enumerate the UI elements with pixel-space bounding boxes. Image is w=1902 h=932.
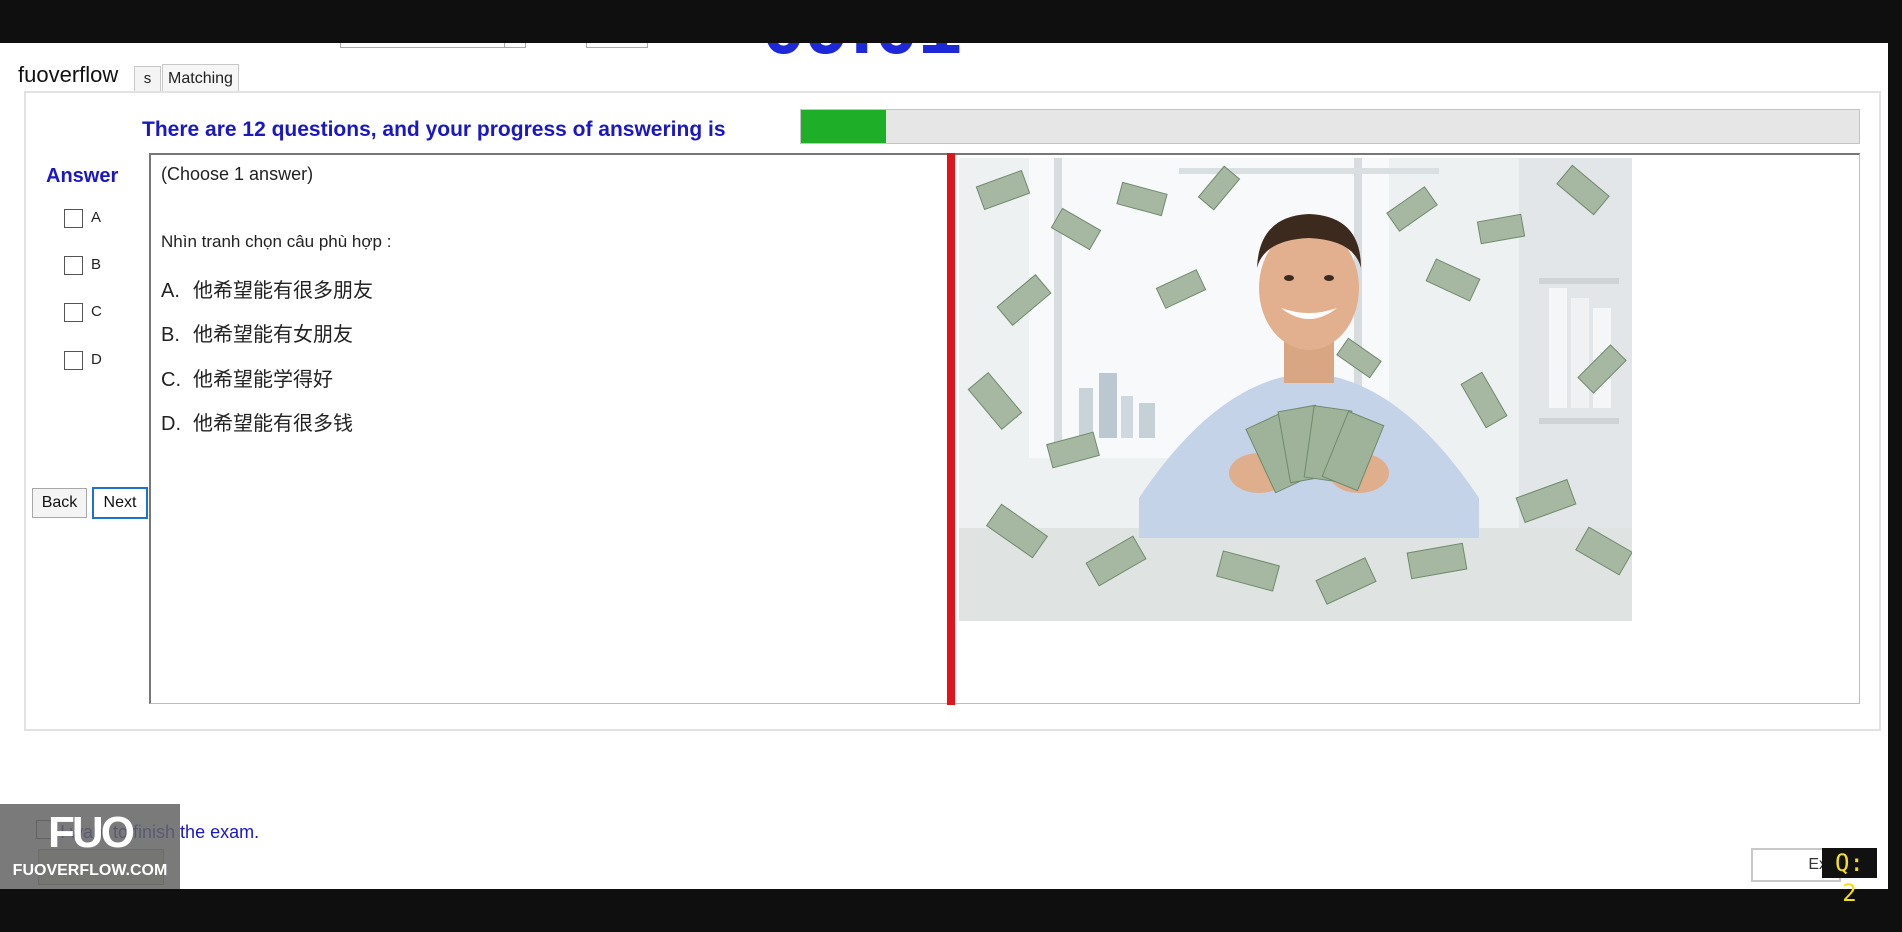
option-text: 他希望能有很多钱	[193, 413, 353, 435]
brand-label: fuoverflow	[18, 62, 119, 87]
watermark-logo: FUO FUOVERFLOW.COM	[0, 804, 180, 889]
answer-option-label: D	[91, 351, 102, 369]
question-option-b: B. 他希望能有女朋友	[161, 318, 353, 347]
answer-option-label: C	[91, 303, 102, 321]
right-black-edge	[1888, 43, 1902, 889]
bottom-black-bar	[0, 889, 1902, 932]
answer-option-label: B	[91, 256, 102, 274]
combo-arrow-stub[interactable]	[504, 43, 525, 47]
watermark-site-text: FUOVERFLOW.COM	[12, 862, 168, 879]
question-image	[959, 158, 1632, 621]
option-text: 他希望能有很多朋友	[193, 280, 373, 302]
answer-option-c[interactable]: C	[64, 301, 102, 323]
red-divider	[947, 153, 955, 705]
top-black-bar	[0, 0, 1902, 43]
watermark-logo-text: FUO	[48, 808, 135, 857]
option-letter: C.	[161, 369, 181, 391]
question-option-c: C. 他希望能学得好	[161, 363, 333, 392]
answer-option-b[interactable]: B	[64, 254, 101, 276]
combo-box-stub[interactable]	[340, 43, 526, 48]
option-letter: B.	[161, 324, 180, 346]
answer-title: Answer	[46, 165, 119, 187]
tab-matching[interactable]: Matching	[162, 64, 239, 92]
answer-option-d[interactable]: D	[64, 349, 102, 371]
option-text: 他希望能学得好	[193, 369, 333, 391]
question-counter: Q: 2	[1822, 848, 1877, 907]
answer-option-label: A	[91, 209, 102, 227]
countdown-timer: 09:01	[762, 43, 1002, 63]
option-text: 他希望能有女朋友	[193, 324, 353, 346]
tab-partial[interactable]: s	[134, 66, 161, 91]
back-button[interactable]: Back	[32, 488, 87, 518]
option-letter: A.	[161, 280, 180, 302]
question-option-a: A. 他希望能有很多朋友	[161, 274, 373, 303]
option-letter: D.	[161, 413, 181, 435]
question-option-d: D. 他希望能有很多钱	[161, 407, 353, 436]
checkbox[interactable]	[64, 208, 83, 228]
checkbox[interactable]	[64, 255, 83, 275]
progress-bar	[800, 109, 1860, 144]
progress-label: There are 12 questions, and your progres…	[142, 118, 726, 141]
question-prompt: Nhìn tranh chọn câu phù hợp :	[161, 232, 392, 251]
field-stub[interactable]	[586, 43, 648, 48]
checkbox[interactable]	[64, 350, 83, 370]
answer-option-a[interactable]: A	[64, 207, 101, 229]
next-button[interactable]: Next	[92, 487, 148, 519]
progress-fill	[801, 110, 886, 143]
checkbox[interactable]	[64, 302, 83, 322]
question-instruction: (Choose 1 answer)	[161, 164, 314, 184]
